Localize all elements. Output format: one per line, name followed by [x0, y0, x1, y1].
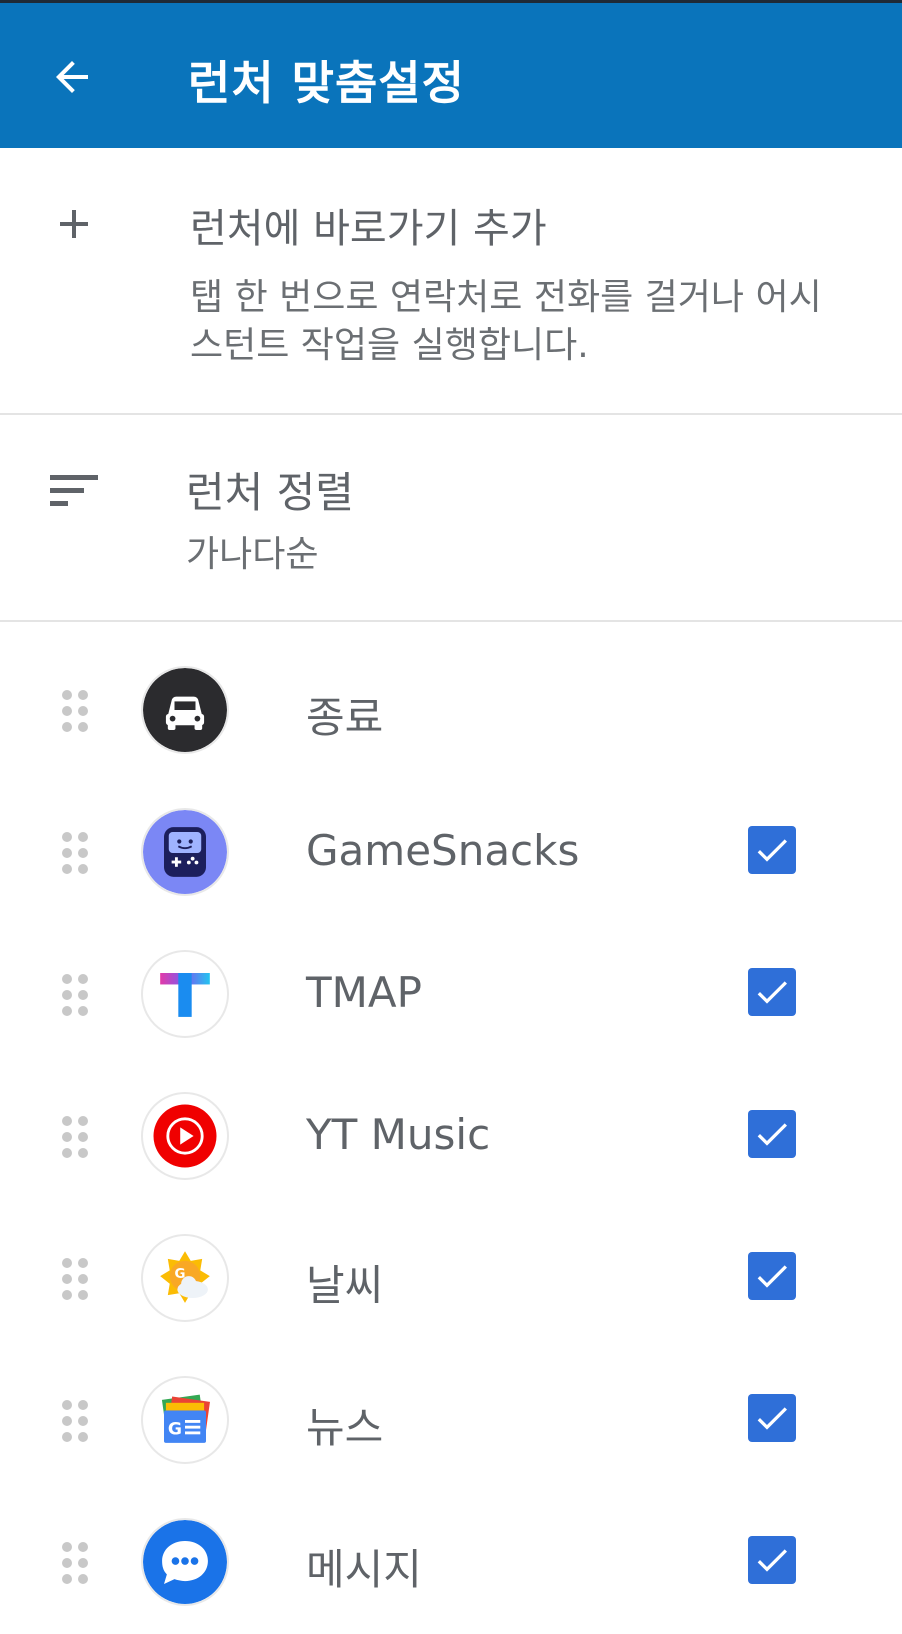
- app-label: TMAP: [306, 968, 422, 1017]
- app-checkbox[interactable]: [748, 1110, 796, 1158]
- drag-handle-icon[interactable]: [60, 972, 90, 1018]
- check-icon: [757, 1407, 787, 1430]
- sort-title: 런처 정렬: [186, 468, 354, 517]
- messages-icon: [141, 1518, 229, 1606]
- weather-icon: G: [141, 1234, 229, 1322]
- check-icon: [757, 1123, 787, 1146]
- app-label: YT Music: [306, 1110, 491, 1159]
- page-title: 런처 맞춤설정: [188, 56, 465, 110]
- app-label: GameSnacks: [306, 826, 580, 875]
- drag-handle-icon[interactable]: [60, 830, 90, 876]
- app-checkbox[interactable]: [748, 1536, 796, 1584]
- add-shortcut-row[interactable]: 런처에 바로가기 추가 탭 한 번으로 연락처로 전화를 걸거나 어시스턴트 작…: [0, 148, 902, 413]
- drag-handle-icon[interactable]: [60, 1398, 90, 1444]
- check-icon: [757, 1549, 787, 1572]
- drag-handle-icon[interactable]: [60, 1256, 90, 1302]
- list-item: G 뉴스: [0, 1350, 902, 1492]
- check-icon: [757, 981, 787, 1004]
- back-button[interactable]: [44, 49, 100, 105]
- yt-music-icon: [141, 1092, 229, 1180]
- add-shortcut-description: 탭 한 번으로 연락처로 전화를 걸거나 어시스턴트 작업을 실행합니다.: [190, 277, 822, 366]
- app-checkbox[interactable]: [748, 1252, 796, 1300]
- list-item: YT Music: [0, 1066, 902, 1208]
- app-checkbox[interactable]: [748, 968, 796, 1016]
- add-shortcut-title: 런처에 바로가기 추가: [190, 206, 547, 252]
- app-checkbox[interactable]: [748, 1394, 796, 1442]
- arrow-back-icon: [56, 61, 88, 93]
- app-label: 날씨: [306, 1261, 384, 1310]
- plus-icon: [60, 210, 88, 238]
- check-icon: [757, 1265, 787, 1288]
- drag-handle-icon[interactable]: [60, 1540, 90, 1586]
- sort-value: 가나다순: [186, 534, 319, 575]
- check-icon: [757, 839, 787, 862]
- launcher-sort-row[interactable]: 런처 정렬 가나다순: [0, 415, 902, 620]
- app-label: 뉴스: [306, 1403, 384, 1452]
- car-icon: [141, 666, 229, 754]
- list-item: GameSnacks: [0, 782, 902, 924]
- list-item: G 날씨: [0, 1208, 902, 1350]
- divider: [0, 620, 902, 622]
- news-icon: G: [141, 1376, 229, 1464]
- list-item: TMAP: [0, 924, 902, 1066]
- sort-icon: [50, 475, 98, 506]
- drag-handle-icon[interactable]: [60, 1114, 90, 1160]
- tmap-icon: [141, 950, 229, 1038]
- drag-handle-icon[interactable]: [60, 688, 90, 734]
- app-label: 메시지: [306, 1545, 422, 1594]
- app-checkbox[interactable]: [748, 826, 796, 874]
- app-bar: 런처 맞춤설정: [0, 0, 902, 148]
- list-item: 메시지: [0, 1492, 902, 1634]
- list-item: 종료: [0, 640, 902, 782]
- svg-text:G: G: [168, 1419, 182, 1439]
- app-label: 종료: [306, 693, 384, 742]
- gamesnacks-icon: [141, 808, 229, 896]
